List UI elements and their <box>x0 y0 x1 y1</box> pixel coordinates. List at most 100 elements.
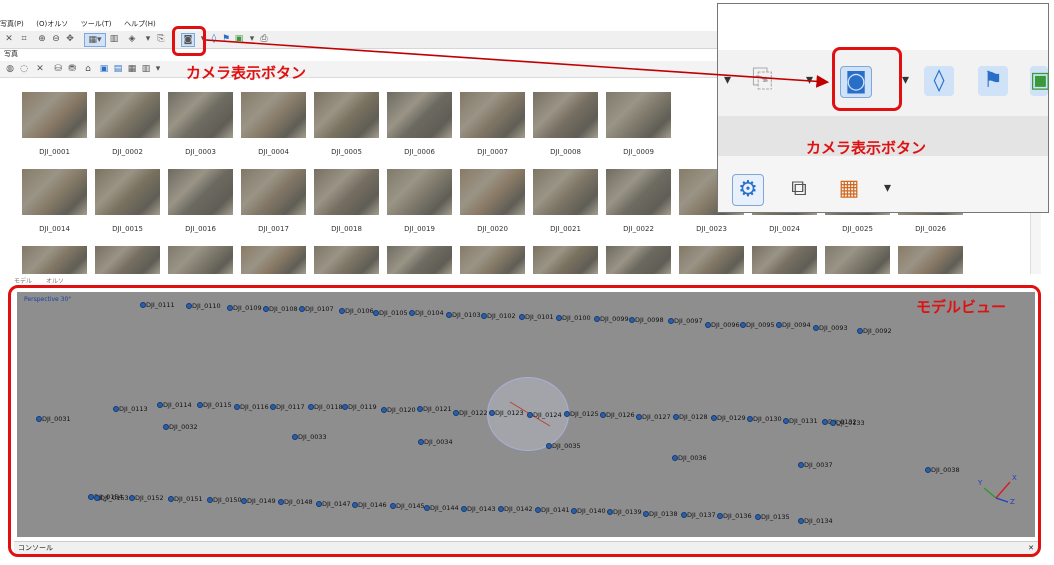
photo-thumbnail[interactable] <box>241 92 306 138</box>
export-icon[interactable]: ⎘ <box>752 64 773 95</box>
menu-photo[interactable]: 写真(P) <box>0 18 24 31</box>
photo-thumbnail[interactable] <box>168 92 233 138</box>
grid-icon[interactable]: ▦ <box>126 63 138 75</box>
tab-model[interactable]: モデル <box>14 278 32 285</box>
list-view-icon[interactable]: ▥ <box>108 33 120 45</box>
photo-thumbnail[interactable] <box>22 246 87 274</box>
dropdown-icon[interactable]: ▾ <box>152 63 164 75</box>
photo-thumbnail[interactable] <box>679 246 744 274</box>
dropdown-icon[interactable]: ▾ <box>806 72 813 88</box>
menu-help[interactable]: ヘルプ(H) <box>124 18 156 31</box>
photo-thumbnail[interactable] <box>825 246 890 274</box>
photo-thumbnail[interactable] <box>533 169 598 215</box>
dropdown-icon[interactable]: ▾ <box>724 72 731 88</box>
group-icon[interactable]: ⌂ <box>82 63 94 75</box>
photo-thumbnail[interactable] <box>533 246 598 274</box>
photo-thumbnail[interactable] <box>314 92 379 138</box>
main-toolbar: ✕ ⌗ ⊕ ⊖ ✥ ▦▾ ▥ ◈ ▾ ⎘ ◙ ▾ ◊ ⚑ ▣ ▾ ⎙ <box>0 31 730 49</box>
photo-thumbnail[interactable] <box>533 92 598 138</box>
photo-thumbnail[interactable] <box>314 169 379 215</box>
export-icon[interactable]: ⎘ <box>155 33 167 45</box>
tag-icon[interactable]: ◊ <box>924 66 954 96</box>
photo-thumbnail-label: DJI_0025 <box>842 225 873 233</box>
photo-thumbnail[interactable] <box>387 246 452 274</box>
dropdown-icon[interactable]: ▾ <box>246 33 258 45</box>
circle-icon[interactable]: ◍ <box>4 63 16 75</box>
photo-thumbnail-label: DJI_0017 <box>258 225 289 233</box>
photo-thumbnail[interactable] <box>22 169 87 215</box>
zoom-in-icon[interactable]: ⊕ <box>36 33 48 45</box>
photo-thumbnail[interactable] <box>241 169 306 215</box>
photo-thumbnail-label: DJI_0006 <box>404 148 435 156</box>
photo-thumbnail-label: DJI_0024 <box>769 225 800 233</box>
menu-ortho[interactable]: (O)オルソ <box>36 18 68 31</box>
close-icon[interactable]: ✕ <box>34 63 46 75</box>
photo-thumbnail[interactable] <box>168 169 233 215</box>
list-view-icon[interactable]: ▥ <box>140 63 152 75</box>
image-icon[interactable]: ▣ <box>98 63 110 75</box>
photo-thumbnail-label: DJI_0001 <box>39 148 70 156</box>
photo-thumbnail-label: DJI_0005 <box>331 148 362 156</box>
photo-thumbnail-label: DJI_0003 <box>185 148 216 156</box>
layers-icon[interactable]: ⧉ <box>784 174 814 204</box>
circle-icon[interactable]: ◌ <box>18 63 30 75</box>
photo-thumbnail[interactable] <box>606 92 671 138</box>
thumbnail-view-icon[interactable]: ▦▾ <box>84 33 106 47</box>
print-icon[interactable]: ⎙ <box>258 33 270 45</box>
photo-thumbnail-label: DJI_0018 <box>331 225 362 233</box>
dropdown-icon[interactable]: ▾ <box>902 72 909 88</box>
zoom-out-icon[interactable]: ⊖ <box>50 33 62 45</box>
photo-thumbnail-label: DJI_0002 <box>112 148 143 156</box>
tab-ortho[interactable]: オルソ <box>46 278 64 285</box>
image-icon[interactable]: ▣ <box>1030 66 1051 96</box>
photo-thumbnail[interactable] <box>314 246 379 274</box>
image-icon[interactable]: ▤ <box>112 63 124 75</box>
photo-thumbnail[interactable] <box>460 246 525 274</box>
camera-button-annotation-zoom: カメラ表示ボタン <box>806 139 927 157</box>
menu-tools[interactable]: ツール(T) <box>81 18 112 31</box>
model-view-highlight <box>8 285 1041 557</box>
photo-thumbnail-label: DJI_0021 <box>550 225 581 233</box>
photo-thumbnail[interactable] <box>606 169 671 215</box>
photo-thumbnail[interactable] <box>22 92 87 138</box>
photo-thumbnail[interactable] <box>95 92 160 138</box>
filter-icon[interactable]: ⛁ <box>52 63 64 75</box>
camera-button-highlight <box>172 26 206 56</box>
move-icon[interactable]: ✥ <box>64 33 76 45</box>
dropdown-icon[interactable]: ▾ <box>884 180 891 196</box>
photo-thumbnail-label: DJI_0016 <box>185 225 216 233</box>
photo-thumbnail[interactable] <box>387 169 452 215</box>
photo-thumbnail[interactable] <box>95 246 160 274</box>
photo-thumbnail-label: DJI_0020 <box>477 225 508 233</box>
photo-thumbnail[interactable] <box>606 246 671 274</box>
photo-thumbnail[interactable] <box>95 169 160 215</box>
tag-icon[interactable]: ◊ <box>208 33 220 45</box>
dropdown-icon[interactable]: ▾ <box>142 33 154 45</box>
photo-thumbnail[interactable] <box>241 246 306 274</box>
model-view-annotation: モデルビュー <box>916 298 1007 316</box>
camera-button-zoom-highlight <box>832 47 902 111</box>
photo-thumbnail[interactable] <box>460 92 525 138</box>
photo-thumbnail-label: DJI_0022 <box>623 225 654 233</box>
sort-icon[interactable]: ⛃ <box>66 63 78 75</box>
grid-icon[interactable]: ▦ <box>834 174 864 204</box>
photo-thumbnail-label: DJI_0026 <box>915 225 946 233</box>
rotate-icon[interactable]: ◈ <box>126 33 138 45</box>
photo-thumbnail-label: DJI_0009 <box>623 148 654 156</box>
photo-panel-tab[interactable]: 写真 <box>4 49 44 60</box>
close-icon[interactable]: ✕ <box>3 33 15 45</box>
photo-thumbnail[interactable] <box>387 92 452 138</box>
crop-icon[interactable]: ⌗ <box>18 33 30 45</box>
camera-button-annotation: カメラ表示ボタン <box>186 64 307 82</box>
photo-thumbnail-label: DJI_0019 <box>404 225 435 233</box>
photo-toolbar: ◍ ◌ ✕ ⛁ ⛃ ⌂ ▣ ▤ ▦ ▥ ▾ <box>0 61 720 78</box>
photo-thumbnail-label: DJI_0015 <box>112 225 143 233</box>
flag-icon[interactable]: ⚑ <box>220 33 232 45</box>
photo-thumbnail[interactable] <box>460 169 525 215</box>
photo-thumbnail[interactable] <box>898 246 963 274</box>
image-icon[interactable]: ▣ <box>233 33 245 45</box>
photo-thumbnail[interactable] <box>752 246 817 274</box>
gear-icon[interactable]: ⚙ <box>732 174 764 206</box>
flag-icon[interactable]: ⚑ <box>978 66 1008 96</box>
photo-thumbnail[interactable] <box>168 246 233 274</box>
